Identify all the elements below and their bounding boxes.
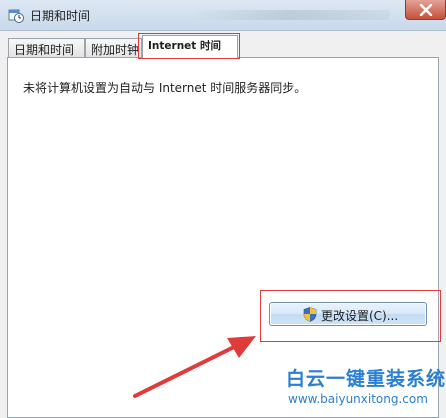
blurred-title-text bbox=[190, 10, 390, 20]
watermark-url: www.baiyunxitong.com bbox=[288, 392, 428, 406]
close-button[interactable] bbox=[405, 0, 446, 20]
title-bar: 日期和时间 bbox=[0, 0, 446, 31]
window-title: 日期和时间 bbox=[30, 9, 91, 23]
watermark: 白云一键重装系统 www.baiyunxitong.com bbox=[280, 362, 446, 418]
tab-additional-clocks[interactable]: 附加时钟 bbox=[85, 38, 142, 57]
clock-calendar-icon bbox=[8, 9, 24, 23]
watermark-title: 白云一键重装系统 bbox=[286, 368, 446, 390]
date-time-dialog: 日期和时间 日期和时间 附加时钟 Internet 时间 未将计算机设置为自动与… bbox=[0, 0, 446, 418]
change-settings-label: 更改设置(C)... bbox=[321, 309, 399, 323]
tab-date-time[interactable]: 日期和时间 bbox=[8, 38, 85, 57]
change-settings-button[interactable]: 更改设置(C)... bbox=[269, 302, 427, 326]
close-icon bbox=[419, 4, 433, 16]
uac-shield-icon bbox=[303, 307, 317, 322]
internet-tab-highlight bbox=[138, 33, 240, 59]
sync-status-message: 未将计算机设置为自动与 Internet 时间服务器同步。 bbox=[23, 81, 307, 95]
